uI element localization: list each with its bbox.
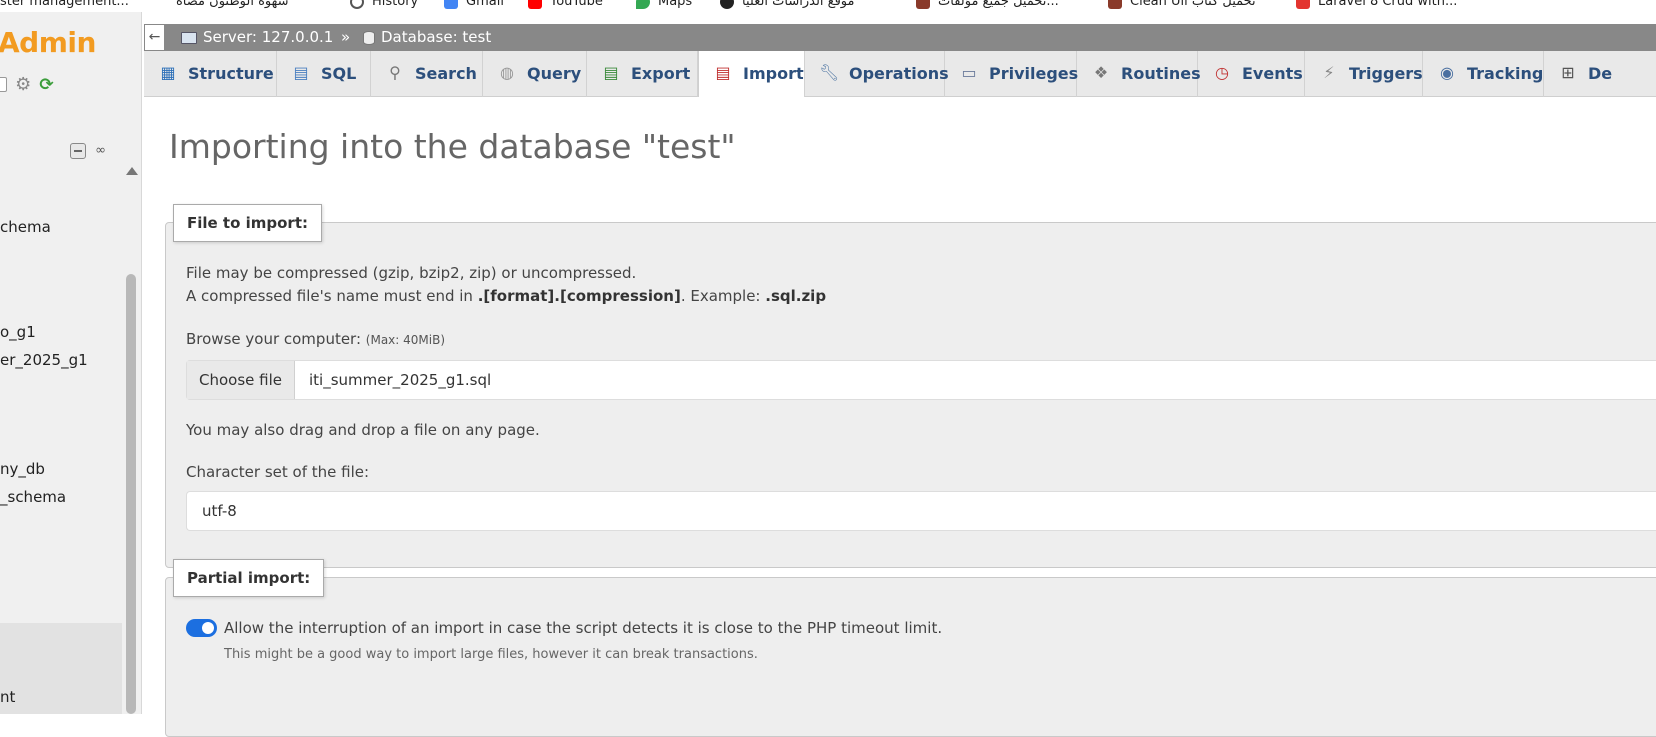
maps-icon: [636, 0, 650, 9]
allow-interrupt-label[interactable]: Allow the interruption of an import in c…: [224, 619, 942, 637]
breadcrumb-separator: »: [341, 28, 351, 46]
tab-routines[interactable]: ❖ Routines: [1077, 51, 1201, 97]
bookmark-item[interactable]: Laravel 8 Crud with...: [1296, 0, 1457, 9]
tab-import[interactable]: ▤ Import: [698, 51, 805, 98]
structure-icon: ▦: [160, 63, 176, 82]
bookmark-item[interactable]: History: [350, 0, 418, 9]
nav-selected-region: [0, 623, 122, 714]
wrench-icon: 🔧︎: [819, 63, 840, 82]
db-tree-item[interactable]: chema: [0, 218, 51, 236]
tab-export[interactable]: ▤ Export: [587, 51, 698, 97]
allow-interrupt-toggle[interactable]: [186, 619, 217, 637]
bookmark-item[interactable]: ster management...: [0, 0, 129, 9]
search-icon: ⚲: [389, 63, 401, 82]
drag-drop-note: You may also drag and drop a file on any…: [186, 421, 540, 439]
database-icon: [363, 30, 375, 45]
compression-format-note: A compressed file's name must end in .[f…: [186, 287, 827, 305]
tab-privileges[interactable]: ▭ Privileges: [945, 51, 1078, 97]
home-icon[interactable]: [0, 77, 7, 92]
db-tree-item[interactable]: _schema: [0, 488, 66, 506]
events-icon: ◷: [1215, 63, 1229, 82]
privileges-icon: ▭: [961, 63, 977, 82]
db-tree-item[interactable]: o_g1: [0, 323, 36, 341]
bookmarks-bar: ster management... شهوة الوطنون مصاه His…: [0, 0, 1656, 12]
phpmyadmin-logo[interactable]: Admin: [0, 26, 96, 59]
db-tree-item[interactable]: er_2025_g1: [0, 351, 88, 369]
bookmark-item[interactable]: شهوة الوطنون مصاه: [176, 0, 289, 9]
partial-import-legend: Partial import:: [173, 559, 325, 597]
import-icon: ▤: [715, 63, 731, 82]
tab-operations[interactable]: 🔧︎ Operations: [805, 51, 949, 97]
charset-label: Character set of the file:: [186, 463, 370, 481]
reload-icon[interactable]: ⟳: [39, 76, 53, 94]
breadcrumb: ← Server: 127.0.0.1 » Database: test: [144, 24, 1656, 51]
designer-icon: ⊞: [1561, 63, 1575, 82]
tab-sql[interactable]: ▤ SQL: [277, 51, 371, 97]
file-import-fieldset: File to import: File may be compressed (…: [165, 204, 1656, 568]
file-import-legend: File to import:: [173, 204, 323, 242]
nav-scrollbar-thumb[interactable]: [126, 274, 136, 714]
page-icon: [916, 0, 930, 9]
link-icon[interactable]: ∞: [95, 143, 106, 158]
eye-icon: ◉: [1440, 63, 1454, 82]
selected-file-name: iti_summer_2025_g1.sql: [309, 371, 492, 389]
laravel-icon: [1296, 0, 1310, 9]
bookmark-item[interactable]: موقع الدراسات العليا: [720, 0, 855, 9]
choose-file-button[interactable]: Choose file: [187, 361, 295, 399]
routines-icon: ❖: [1093, 63, 1109, 82]
bookmark-item[interactable]: تحميل جميع مؤلفات...: [916, 0, 1059, 9]
page-icon: [720, 0, 734, 9]
collapse-all-icon[interactable]: [70, 142, 86, 159]
tab-tracking[interactable]: ◉ Tracking: [1423, 51, 1544, 97]
gear-icon[interactable]: ⚙: [15, 75, 31, 94]
gmail-icon: [444, 0, 458, 9]
allow-interrupt-hint: This might be a good way to import large…: [224, 647, 758, 662]
page-icon: [1108, 0, 1122, 9]
max-size-label: (Max: 40MiB): [365, 333, 446, 347]
bookmark-item[interactable]: Gmail: [444, 0, 504, 9]
query-icon: ◍: [500, 63, 514, 82]
compression-note: File may be compressed (gzip, bzip2, zip…: [186, 264, 637, 282]
export-icon: ▤: [603, 63, 619, 82]
triggers-icon: ⚡: [1323, 63, 1335, 82]
tab-structure[interactable]: ▦ Structure: [144, 51, 277, 97]
bookmark-item[interactable]: Maps: [636, 0, 692, 9]
charset-select[interactable]: utf-8: [186, 491, 1656, 531]
top-menu-tabs: ▦ Structure ▤ SQL ⚲ Search ◍ Query ▤ Export ▤…: [144, 51, 1656, 98]
breadcrumb-database[interactable]: Database: test: [363, 28, 491, 46]
page-title: Importing into the database "test": [169, 127, 736, 166]
tab-designer[interactable]: ⊞ De: [1544, 51, 1656, 97]
collapse-nav-arrow-icon[interactable]: ←: [144, 24, 165, 51]
bookmark-item[interactable]: YouTube: [528, 0, 603, 9]
scroll-up-arrow-icon[interactable]: [126, 167, 138, 175]
server-icon: [181, 31, 197, 44]
history-icon: [350, 0, 364, 9]
tab-events[interactable]: ◷ Events: [1198, 51, 1305, 97]
nav-quick-icons: ⚙ ⟳: [0, 74, 57, 94]
db-tree-item[interactable]: ny_db: [0, 460, 45, 478]
partial-import-fieldset: Partial import: Allow the interruption o…: [165, 559, 1656, 737]
tab-query[interactable]: ◍ Query: [483, 51, 587, 97]
file-input[interactable]: Choose file iti_summer_2025_g1.sql: [186, 360, 1656, 400]
bookmark-item[interactable]: Clean Ull تحميل كتاب: [1108, 0, 1256, 9]
db-tree-item[interactable]: nt: [0, 688, 15, 706]
tab-triggers[interactable]: ⚡ Triggers: [1305, 51, 1423, 97]
main-content: Importing into the database "test" File …: [144, 97, 1656, 737]
tab-search[interactable]: ⚲ Search: [371, 51, 483, 97]
browse-label: Browse your computer: (Max: 40MiB): [186, 330, 446, 348]
breadcrumb-server[interactable]: Server: 127.0.0.1: [181, 28, 333, 46]
youtube-icon: [528, 0, 542, 9]
sql-icon: ▤: [293, 63, 309, 82]
nav-tree-controls: ∞: [70, 140, 106, 159]
navigation-panel: Admin ⚙ ⟳ ∞ chema o_g1 er_2025_g1 ny_db …: [0, 12, 142, 714]
